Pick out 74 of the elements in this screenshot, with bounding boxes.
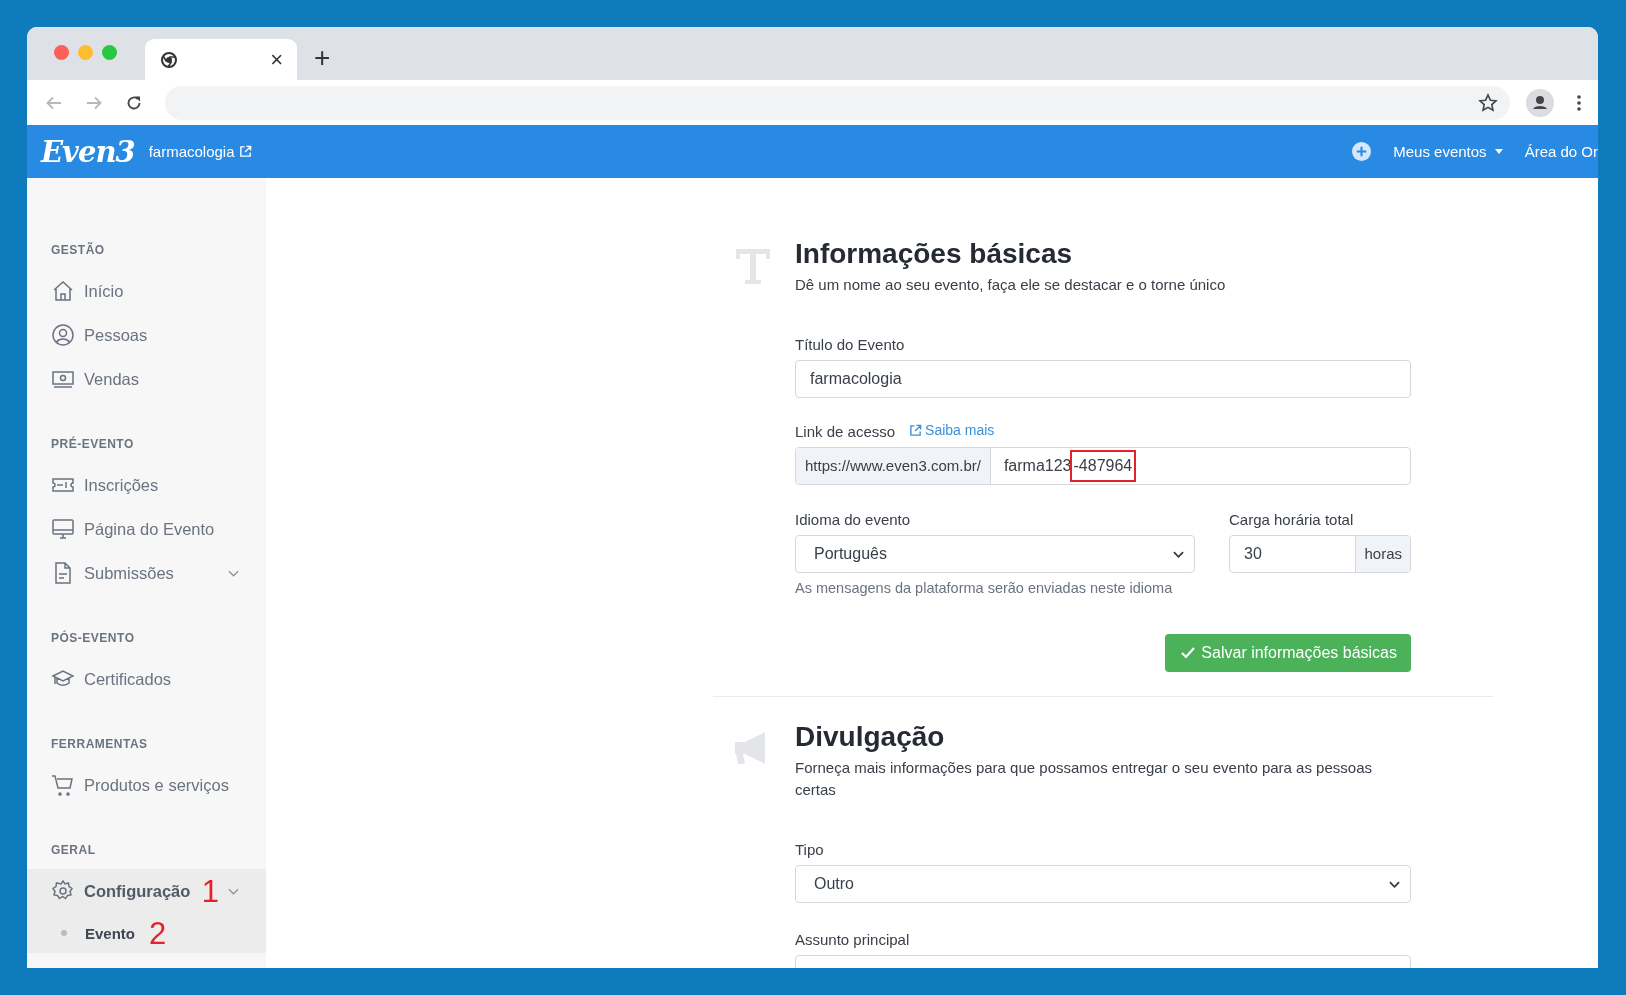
sidebar-section-title: GERAL	[51, 843, 97, 857]
section-title: Informações básicas	[795, 237, 1074, 271]
field-label: Carga horária total	[1229, 510, 1355, 528]
home-icon	[51, 279, 75, 303]
profile-avatar-icon[interactable]	[1526, 88, 1554, 117]
sidebar-item-label: Inscrições	[84, 474, 160, 496]
language-select[interactable]: Português	[795, 534, 1195, 573]
bullet-icon	[61, 930, 67, 936]
sidebar-item-label: Pessoas	[84, 324, 149, 346]
section-title: Divulgação	[795, 719, 946, 754]
external-link-icon	[238, 145, 252, 158]
new-tab-button[interactable]: +	[314, 44, 331, 72]
field-label: Assunto principal	[795, 930, 911, 948]
chevron-down-icon[interactable]	[228, 569, 239, 577]
sidebar-item[interactable]: Início	[27, 269, 266, 313]
url-prefix: https://www.even3.com.br/	[796, 447, 991, 484]
sidebar-item[interactable]: Inscrições	[27, 463, 266, 507]
section-subtitle: Forneça mais informações para que possamos entregar o seu evento para as pessoas certas	[795, 758, 1373, 800]
section-subtitle: Dê um nome ao seu evento, faça ele se destacar e o torne único	[795, 275, 1227, 296]
minimize-window-dot[interactable]	[78, 45, 93, 60]
access-link-field[interactable]: https://www.even3.com.br/ farma123-487964	[795, 446, 1411, 485]
maximize-window-dot[interactable]	[102, 45, 117, 60]
nav-link[interactable]: Meus eventos	[1393, 143, 1503, 160]
chevron-down-icon[interactable]	[228, 887, 239, 895]
sidebar-subitem-label: Evento	[85, 924, 135, 942]
sidebar-item-label: Página do Evento	[84, 518, 216, 540]
chevron-down-icon	[1389, 880, 1400, 888]
sidebar-item[interactable]: Vendas	[27, 357, 266, 401]
field-label: Título do Evento	[795, 336, 906, 354]
sidebar-section-title: GESTÃO	[51, 243, 106, 257]
save-button[interactable]: Salvar informações básicas	[1165, 633, 1411, 672]
checkmark-icon	[1181, 646, 1196, 659]
monitor-icon	[51, 517, 75, 541]
sidebar-item[interactable]: Certificados	[27, 657, 266, 701]
sidebar-section-title: PRÉ-EVENTO	[51, 437, 135, 451]
slug-text: farma123	[1003, 456, 1072, 475]
dropdown-select[interactable]: Outro	[795, 864, 1411, 903]
highlighted-slug-text: -487964	[1071, 451, 1135, 480]
field-label: Idioma do evento	[795, 510, 912, 528]
sidebar-section-title: FERRAMENTAS	[51, 737, 149, 751]
chevron-down-icon	[1173, 550, 1184, 558]
sidebar-section-title: PÓS-EVENTO	[51, 631, 136, 645]
sidebar-item-label: Produtos e serviços	[84, 774, 230, 796]
field-hint: As mensagens da plataforma serão enviadas neste idioma	[795, 579, 1174, 596]
sidebar-item-label: Vendas	[84, 368, 141, 390]
close-window-dot[interactable]	[54, 45, 69, 60]
logo[interactable]: Even3	[41, 134, 135, 169]
sidebar-item[interactable]: Pessoas	[27, 313, 266, 357]
event-link[interactable]: farmacologia	[148, 143, 235, 160]
sidebar-item[interactable]: Página do Evento	[27, 507, 266, 551]
sidebar-item-label: Configuração	[84, 880, 192, 902]
annotation-number: 2	[149, 917, 167, 949]
event-title-input[interactable]: farmacologia	[795, 360, 1411, 399]
menu-icon[interactable]	[1576, 93, 1582, 112]
help-link[interactable]: Saiba mais	[909, 422, 995, 439]
annotation-number: 1	[201, 875, 219, 907]
sidebar-item[interactable]: Submissões	[27, 551, 266, 595]
bookmark-star-icon[interactable]	[1478, 92, 1498, 113]
sidebar-item-label: Certificados	[84, 668, 173, 690]
sidebar-item[interactable]: Produtos e serviços	[27, 763, 266, 807]
add-icon[interactable]	[1352, 142, 1372, 161]
user-icon	[51, 323, 75, 347]
sidebar-item-label: Início	[84, 280, 125, 302]
browser-tab[interactable]: ×	[145, 39, 297, 80]
browser-logo-icon	[161, 51, 177, 68]
nav-link[interactable]: Área do Or	[1524, 143, 1598, 160]
field-label: Tipo	[795, 840, 825, 858]
field-label: Link de acesso	[795, 422, 896, 440]
sidebar-item-label: Submissões	[84, 562, 175, 584]
cart-icon	[51, 773, 75, 797]
sidebar-subitem[interactable]: Evento 2	[27, 913, 266, 953]
sidebar-item[interactable]: Configuração 1	[27, 869, 266, 913]
external-link-icon	[909, 423, 923, 437]
tab-close-button[interactable]: ×	[270, 48, 283, 71]
